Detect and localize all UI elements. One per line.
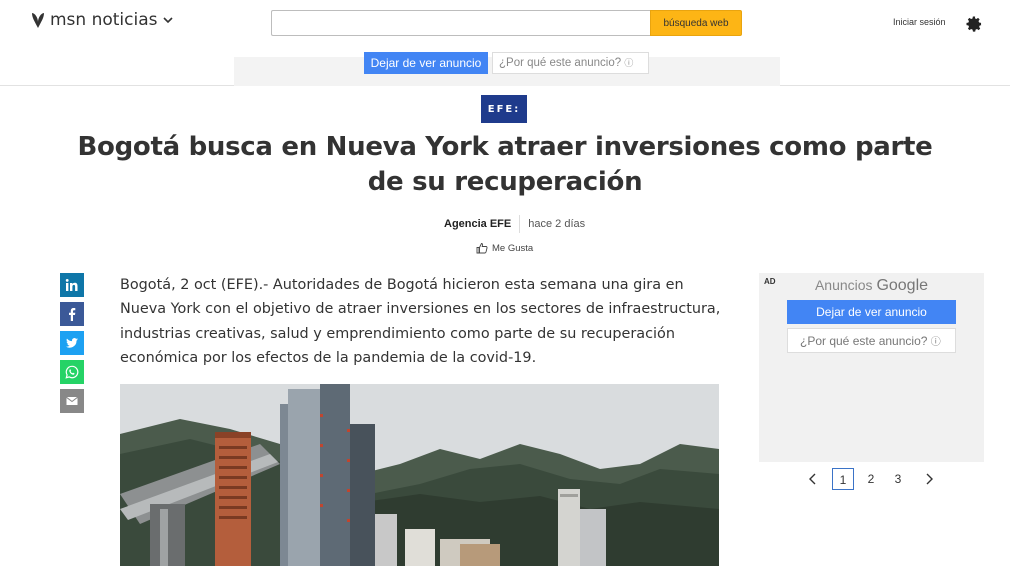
share-facebook-button[interactable]: [60, 302, 84, 326]
gear-icon[interactable]: [965, 15, 983, 33]
sign-in-link[interactable]: Iniciar sesión: [893, 17, 946, 27]
google-logo: Google: [876, 277, 929, 294]
chevron-right-icon[interactable]: [922, 472, 936, 486]
why-ad-label: ¿Por qué este anuncio?: [499, 57, 622, 69]
logo-text: msn noticias: [50, 10, 158, 30]
email-icon: [66, 396, 78, 405]
article-time: hace 2 días: [528, 218, 586, 230]
page-1-button[interactable]: 1: [832, 468, 854, 490]
article-title: Bogotá busca en Nueva York atraer invers…: [77, 132, 933, 197]
share-email-button[interactable]: [60, 389, 84, 413]
efe-logo[interactable]: EFE:: [481, 95, 527, 123]
info-icon: ⓘ: [930, 337, 941, 348]
search-input[interactable]: [271, 10, 650, 36]
ads-by-label: Anuncios: [814, 277, 873, 293]
facebook-icon: [69, 308, 76, 321]
ads-by-google: Anuncios Google: [759, 277, 984, 295]
page-2-button[interactable]: 2: [860, 468, 882, 490]
chevron-down-icon[interactable]: [162, 14, 174, 26]
city-skyline-image: [120, 384, 719, 566]
thumbs-up-icon: [476, 243, 488, 254]
info-icon: ⓘ: [624, 58, 634, 68]
linkedin-icon: [65, 279, 78, 291]
side-stop-ad-button[interactable]: Dejar de ver anuncio: [787, 300, 956, 324]
share-twitter-button[interactable]: [60, 331, 84, 355]
share-linkedin-button[interactable]: [60, 273, 84, 297]
carousel-pager: 1 2 3: [806, 466, 946, 494]
why-ad-button[interactable]: ¿Por qué este anuncio? ⓘ: [492, 52, 649, 74]
search-bar: búsqueda web: [271, 10, 742, 36]
chevron-left-icon[interactable]: [806, 472, 820, 486]
byline: Agencia EFE hace 2 días: [444, 215, 585, 233]
article-source[interactable]: Agencia EFE: [444, 218, 511, 230]
byline-divider: [519, 215, 521, 233]
like-button[interactable]: Me Gusta: [476, 242, 533, 254]
twitter-icon: [66, 338, 78, 348]
side-why-ad-label: ¿Por qué este anuncio?: [800, 334, 928, 348]
whatsapp-icon: [65, 365, 79, 379]
side-why-ad-button[interactable]: ¿Por qué este anuncio? ⓘ: [787, 328, 956, 353]
msn-logo[interactable]: msn noticias: [30, 10, 174, 30]
page-3-button[interactable]: 3: [887, 468, 909, 490]
article-body: Bogotá, 2 oct (EFE).- Autoridades de Bog…: [120, 277, 721, 366]
like-label: Me Gusta: [492, 242, 534, 254]
share-whatsapp-button[interactable]: [60, 360, 84, 384]
stop-ad-button[interactable]: Dejar de ver anuncio: [364, 52, 488, 74]
msn-butterfly-icon: [32, 13, 44, 28]
article-photo[interactable]: [120, 384, 719, 566]
web-search-button[interactable]: búsqueda web: [650, 10, 742, 36]
side-ad-box: AD Anuncios Google Dejar de ver anuncio …: [759, 273, 984, 462]
